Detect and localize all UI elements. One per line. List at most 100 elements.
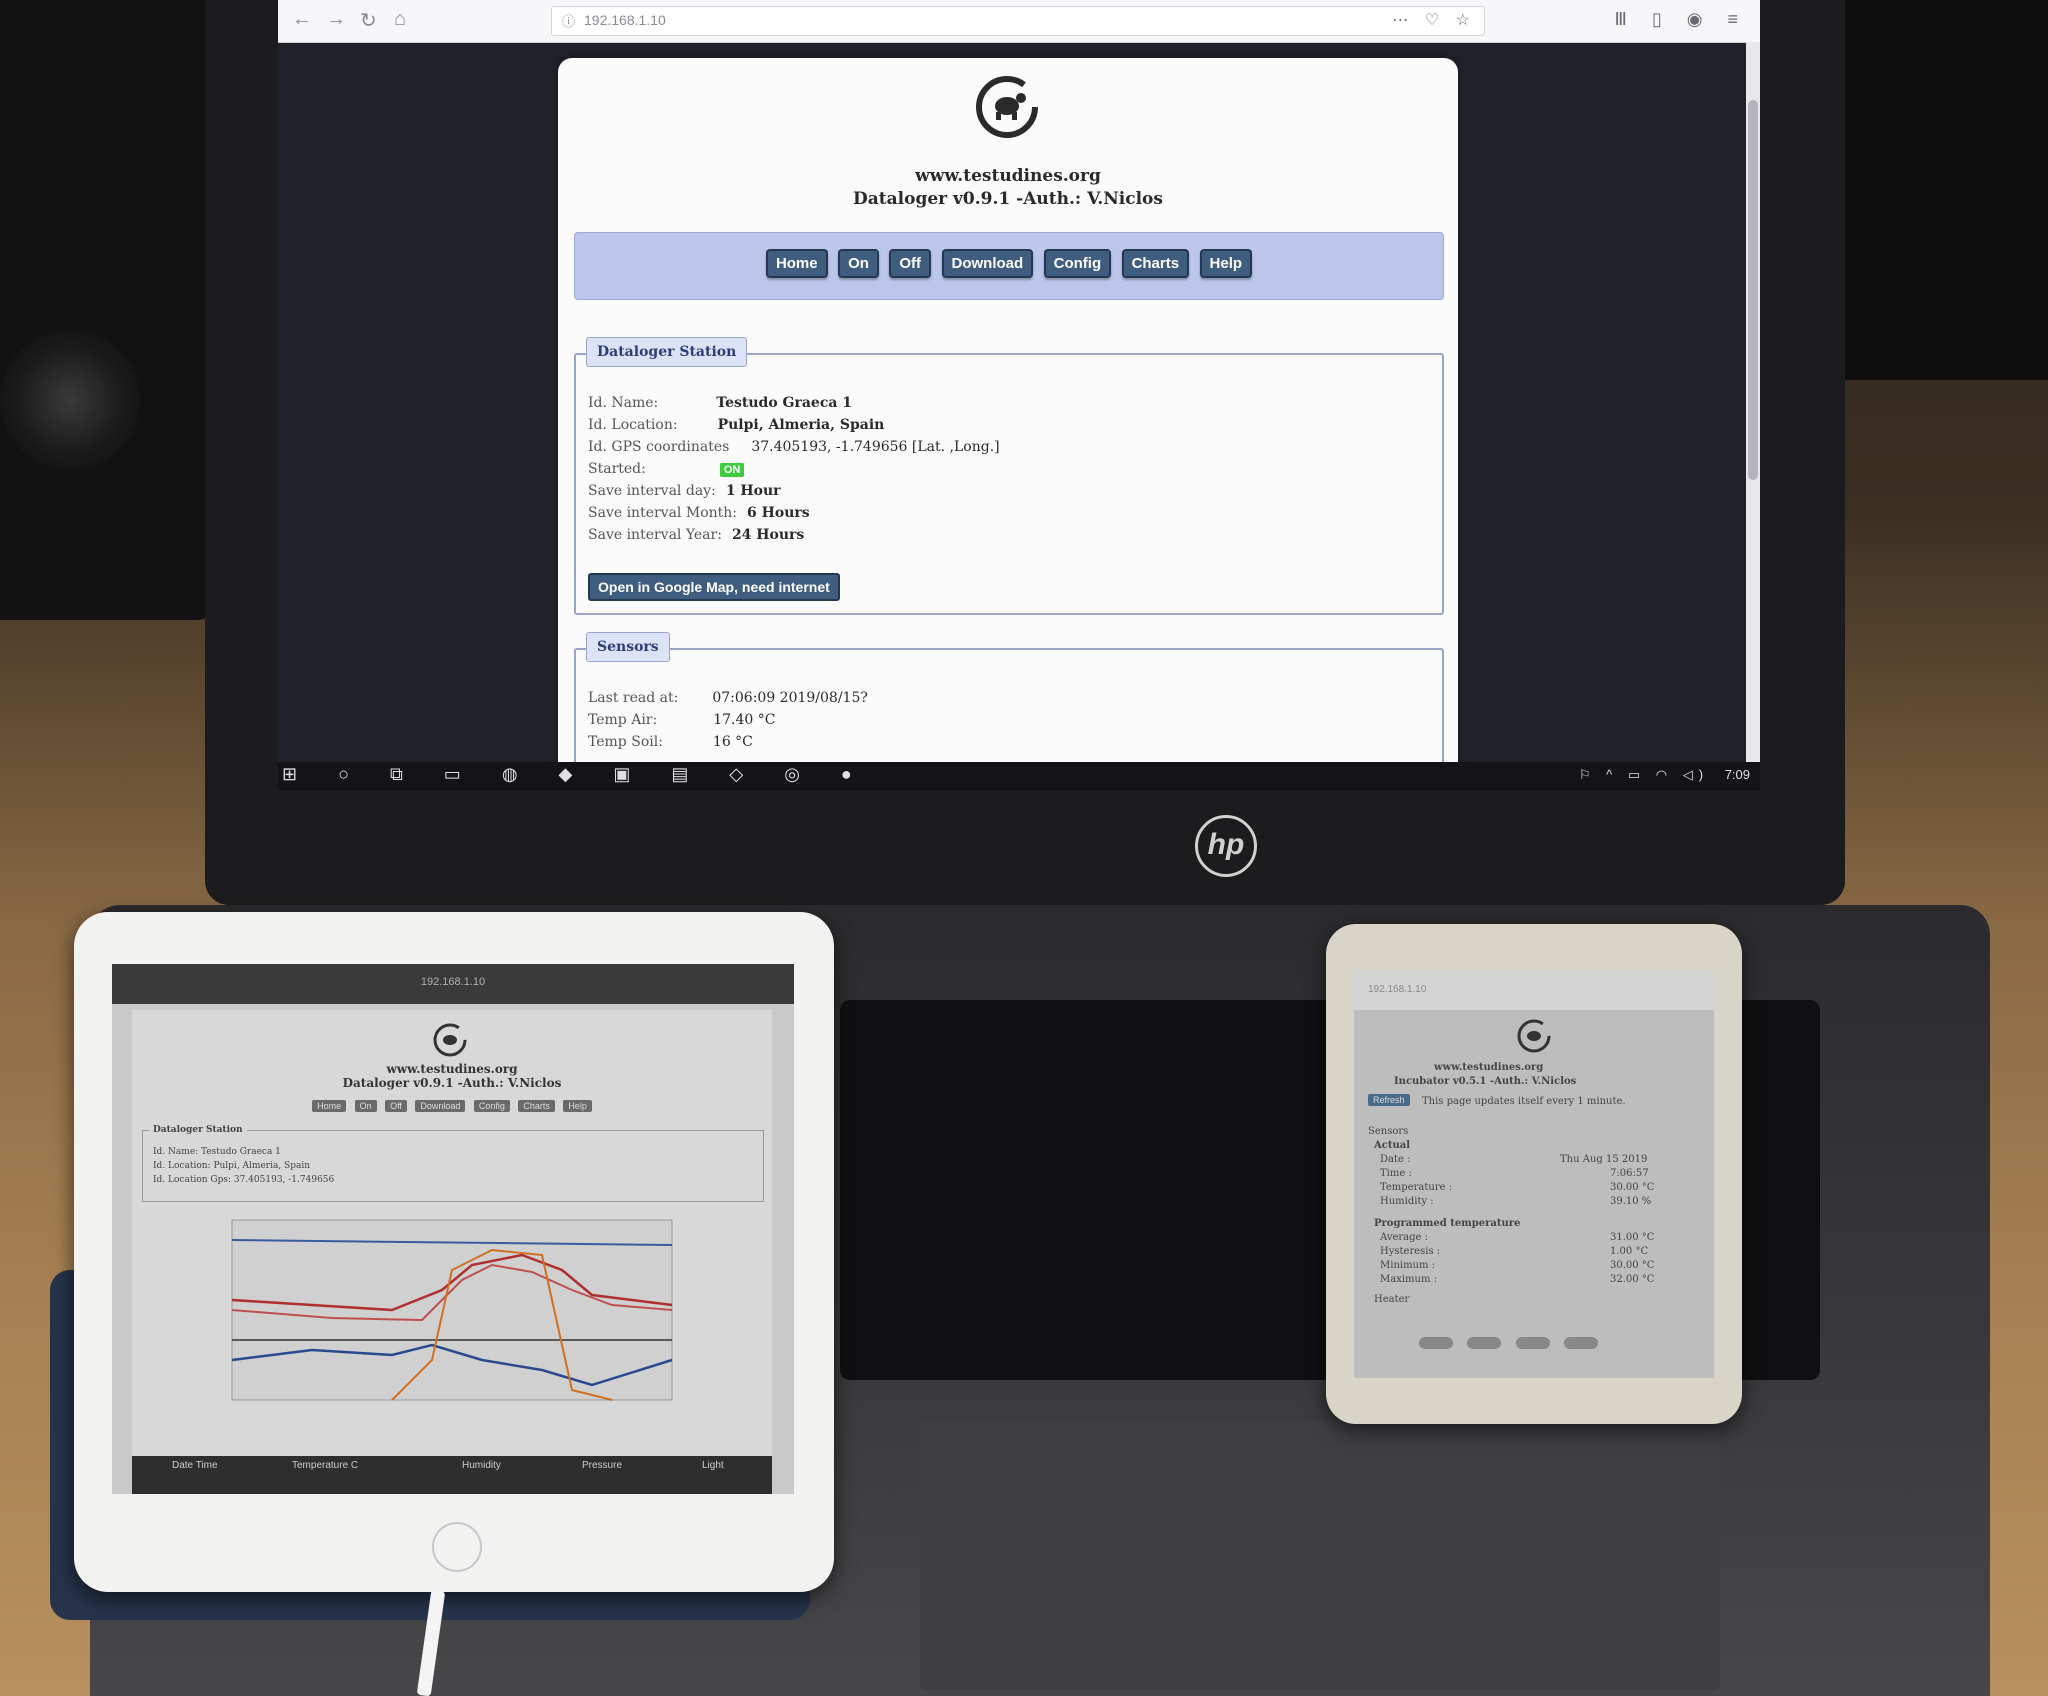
tablet-site-name: www.testudines.org <box>386 1062 518 1076</box>
phone-programmed-hysteresis: Hysteresis :1.00 °C <box>1380 1246 1649 1257</box>
table-header-light: Light <box>702 1460 724 1471</box>
phone-site-name: www.testudines.org <box>1434 1062 1544 1073</box>
phone-programmed-average: Average :31.00 °C <box>1380 1232 1655 1243</box>
tablet-browser-bar: 192.168.1.10 <box>112 964 794 1004</box>
station-fieldset: Dataloger Station Id. Name: Testudo Graec… <box>574 337 1444 615</box>
menu-help-button[interactable]: Help <box>1199 249 1253 278</box>
tablet-menu-config[interactable]: Config <box>473 1100 510 1112</box>
url-text[interactable]: 192.168.1.10 <box>584 12 666 28</box>
tablet-station-row: Id. Location Gps: 37.405193, -1.749656 <box>153 1175 335 1185</box>
phone-heater-button[interactable] <box>1419 1337 1453 1349</box>
tablet-site-subtitle: Dataloger v0.9.1 -Auth.: V.Niclos <box>342 1076 562 1090</box>
table-header-datetime: Date Time <box>172 1460 218 1471</box>
phone-actual-temperature: Temperature :30.00 °C <box>1380 1182 1655 1193</box>
tablet-screen: 192.168.1.10 www.testudines.org Dataloge… <box>112 964 794 1494</box>
table-header-pressure: Pressure <box>582 1460 623 1471</box>
taskbar-clock[interactable]: 7:09 <box>1725 767 1750 782</box>
tablet-station-row: Id. Location: Pulpi, Almeria, Spain <box>153 1161 311 1171</box>
site-subtitle: Dataloger v0.9.1 -Auth.: V.Niclos <box>853 189 1163 209</box>
phone-actual-date: Date : Thu Aug 15 2019 <box>1380 1154 1648 1165</box>
tablet-menu-help[interactable]: Help <box>563 1100 592 1112</box>
open-google-map-button[interactable]: Open in Google Map, need internet <box>588 573 840 601</box>
tablet-home-button[interactable] <box>432 1522 482 1572</box>
tablet-page: www.testudines.org Dataloger v0.9.1 -Aut… <box>132 1010 772 1494</box>
page-actions-icon[interactable]: ⋯ ♡ ☆ <box>1392 10 1476 30</box>
tablet-station-legend: Dataloger Station <box>149 1125 247 1135</box>
phone-actual-label: Actual <box>1374 1140 1411 1151</box>
turtle-logo-icon <box>976 76 1038 138</box>
hp-logo: hp <box>1195 815 1257 877</box>
station-row-gps: Id. GPS coordinates 37.405193, -1.749656 … <box>588 439 1000 455</box>
started-status-badge: ON <box>719 463 745 477</box>
browser-menu-icons[interactable]: Ⅲ ▯ ◉ ≡ <box>1614 9 1748 30</box>
tablet-device: 192.168.1.10 www.testudines.org Dataloge… <box>74 912 834 1592</box>
menu-charts-button[interactable]: Charts <box>1121 249 1190 278</box>
forward-icon[interactable]: → <box>326 8 346 31</box>
sensor-row-temp-soil: Temp Soil: 16 °C <box>588 734 753 750</box>
tablet-data-table-header: Date Time Temperature C Humidity Pressur… <box>132 1456 772 1494</box>
back-icon[interactable]: ← <box>292 8 312 31</box>
speaker-cone <box>0 330 140 470</box>
phone-screen: 192.168.1.10 www.testudines.org Incubato… <box>1354 970 1714 1378</box>
phone-refresh-button[interactable]: Refresh <box>1368 1094 1410 1106</box>
site-info-icon[interactable]: ⓘ <box>562 11 575 30</box>
tablet-menu: Home On Off Download Config Charts Help <box>232 1096 672 1116</box>
phone-heater-button[interactable] <box>1515 1337 1550 1349</box>
phone-device: 192.168.1.10 www.testudines.org Incubato… <box>1326 924 1742 1424</box>
reload-icon[interactable]: ↻ <box>360 8 377 33</box>
system-tray: ⚐ ^ ▭ ◠ ◁) 7:09 <box>1579 767 1750 783</box>
phone-actual-humidity: Humidity :39.10 % <box>1380 1196 1652 1207</box>
menu-off-button[interactable]: Off <box>889 249 932 278</box>
tablet-url[interactable]: 192.168.1.10 <box>112 976 794 988</box>
laptop-trackpad <box>920 1420 1720 1690</box>
station-row-interval-month: Save interval Month: 6 Hours <box>588 505 810 521</box>
sensor-row-temp-air: Temp Air: 17.40 °C <box>588 712 776 728</box>
sensors-legend: Sensors <box>586 632 670 662</box>
phone-site-subtitle: Incubator v0.5.1 -Auth.: V.Niclos <box>1394 1076 1577 1087</box>
phone-sensors-label: Sensors <box>1368 1126 1409 1137</box>
phone-url[interactable]: 192.168.1.10 <box>1368 984 1426 995</box>
tray-icons[interactable]: ⚐ ^ ▭ ◠ ◁) <box>1579 767 1709 782</box>
phone-programmed-label: Programmed temperature <box>1374 1218 1521 1229</box>
phone-browser-bar: 192.168.1.10 <box>1354 970 1714 1010</box>
table-header-humidity: Humidity <box>462 1460 501 1471</box>
desk-speaker <box>0 0 215 620</box>
phone-programmed-maximum: Maximum :32.00 °C <box>1380 1274 1655 1285</box>
menu-home-button[interactable]: Home <box>765 249 828 278</box>
tablet-menu-charts[interactable]: Charts <box>518 1100 555 1112</box>
phone-actual-time: Time :7:06:57 <box>1380 1168 1649 1179</box>
tablet-menu-off[interactable]: Off <box>385 1100 407 1112</box>
tablet-menu-home[interactable]: Home <box>312 1100 347 1112</box>
phone-heater-button[interactable] <box>1467 1337 1502 1349</box>
station-row-location: Id. Location: Pulpi, Almeria, Spain <box>588 417 885 433</box>
station-row-interval-day: Save interval day: 1 Hour <box>588 483 781 499</box>
station-row-name: Id. Name: Testudo Graeca 1 <box>588 395 853 411</box>
menu-download-button[interactable]: Download <box>941 249 1034 278</box>
home-icon[interactable]: ⌂ <box>394 8 406 31</box>
desk-device-right <box>1828 0 2048 380</box>
phone-heater-buttons <box>1414 1336 1603 1354</box>
tablet-station-fieldset: Dataloger Station Id. Name: Testudo Grae… <box>142 1125 764 1202</box>
site-name: www.testudines.org <box>915 166 1101 186</box>
tablet-menu-on[interactable]: On <box>354 1100 377 1112</box>
page-scrollbar[interactable] <box>1746 42 1760 762</box>
phone-heater-button[interactable] <box>1564 1337 1599 1349</box>
page-card: www.testudines.org Dataloger v0.9.1 -Aut… <box>558 58 1458 790</box>
tablet-station-row: Id. Name: Testudo Graeca 1 <box>153 1147 281 1157</box>
menu-on-button[interactable]: On <box>838 249 879 278</box>
windows-taskbar: ⊞ ○ ⧉ ▭ ◍ ◆ ▣ ▤ ◇ ◎ ● ⚐ ^ ▭ ◠ ◁) 7:09 <box>278 762 1760 790</box>
station-row-interval-year: Save interval Year: 24 Hours <box>588 527 805 543</box>
table-header-temperature: Temperature C <box>292 1460 359 1471</box>
chart-plot-area <box>231 1219 673 1401</box>
taskbar-app-icons[interactable]: ⊞ ○ ⧉ ▭ ◍ ◆ ▣ ▤ ◇ ◎ ● <box>282 764 870 785</box>
station-row-started: Started: ON <box>588 461 745 477</box>
phone-heater-label: Heater <box>1374 1294 1410 1305</box>
sensor-row-last-read: Last read at: 07:06:09 2019/08/15? <box>588 690 868 706</box>
main-menu: Home On Off Download Config Charts Help <box>574 232 1444 300</box>
phone-programmed-minimum: Minimum :30.00 °C <box>1380 1260 1655 1271</box>
tablet-menu-download[interactable]: Download <box>415 1100 466 1112</box>
phone-refresh-note: This page updates itself every 1 minute. <box>1422 1096 1626 1107</box>
menu-config-button[interactable]: Config <box>1043 249 1112 278</box>
scrollbar-thumb[interactable] <box>1748 100 1758 480</box>
address-bar[interactable]: ⓘ 192.168.1.10 ⋯ ♡ ☆ <box>551 6 1485 36</box>
